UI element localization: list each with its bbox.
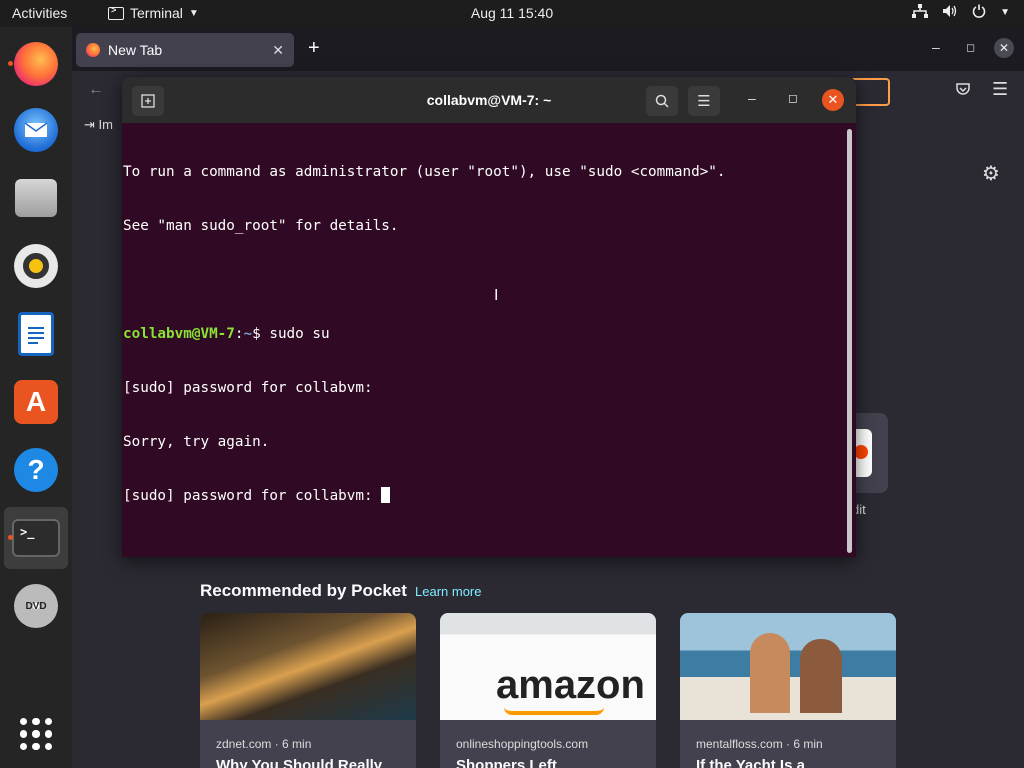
terminal-input-line: [sudo] password for collabvm: xyxy=(123,487,843,505)
tab-title: New Tab xyxy=(108,42,163,58)
chevron-down-icon: ▼ xyxy=(1000,7,1010,18)
amazon-logo: amazon xyxy=(496,663,645,707)
desktop: Activities Terminal ▼ Aug 11 15:40 ▼ xyxy=(0,0,1024,768)
card-image xyxy=(680,613,896,720)
terminal-scrollbar[interactable] xyxy=(847,129,852,553)
minimize-icon[interactable]: – xyxy=(932,39,940,55)
tab-new-tab[interactable]: New Tab ✕ xyxy=(76,33,294,67)
text-cursor-icon: I xyxy=(494,287,499,304)
minimize-icon[interactable]: – xyxy=(748,90,756,106)
rhythmbox-icon xyxy=(14,244,58,288)
menu-button[interactable]: ☰ xyxy=(688,86,720,116)
running-indicator xyxy=(8,535,13,540)
terminal-window: collabvm@VM-7: ~ ☰ – ◻ ✕ To run a comman… xyxy=(122,77,856,557)
hamburger-menu-icon[interactable]: ☰ xyxy=(992,79,1008,100)
import-icon: ⇥ xyxy=(84,117,95,132)
show-applications-icon[interactable] xyxy=(20,718,52,750)
dock: A ? >_ DVD xyxy=(0,27,72,768)
card-source: zdnet.com · 6 min xyxy=(216,737,312,751)
terminal-header-bar[interactable]: collabvm@VM-7: ~ ☰ – ◻ ✕ xyxy=(122,77,856,123)
learn-more-link[interactable]: Learn more xyxy=(415,584,481,599)
terminal-line: To run a command as administrator (user … xyxy=(123,164,726,180)
pocket-card[interactable]: zdnet.com · 6 min Why You Should Really xyxy=(200,613,416,768)
amazon-smile-logo xyxy=(504,707,604,715)
card-title: If the Yacht Is a xyxy=(696,757,805,768)
dvd-label: DVD xyxy=(25,600,47,612)
system-tray[interactable]: ▼ xyxy=(912,4,1010,21)
card-image: amazon xyxy=(440,613,656,720)
dvd-icon: DVD xyxy=(14,584,58,628)
back-arrow-icon[interactable]: ← xyxy=(88,81,104,99)
thunderbird-icon xyxy=(14,108,58,152)
terminal-glyph: >_ xyxy=(20,525,35,539)
network-icon xyxy=(912,4,929,21)
close-tab-icon[interactable]: ✕ xyxy=(272,42,284,59)
card-source: mentalfloss.com · 6 min xyxy=(696,737,823,751)
terminal-icon: >_ xyxy=(12,519,60,557)
writer-icon xyxy=(18,312,54,356)
dock-firefox[interactable] xyxy=(4,33,68,95)
firefox-favicon-icon xyxy=(86,43,100,57)
close-icon[interactable]: ✕ xyxy=(822,89,844,111)
running-indicator xyxy=(8,61,13,66)
bookmark-import[interactable]: ⇥ Im xyxy=(84,117,113,133)
dock-help[interactable]: ? xyxy=(4,439,68,501)
terminal-line: See "man sudo_root" for details. xyxy=(123,218,399,234)
prompt-command: $ sudo su xyxy=(252,326,330,342)
dock-dvd[interactable]: DVD xyxy=(4,575,68,637)
dock-files[interactable] xyxy=(4,167,68,229)
terminal-line: [sudo] password for collabvm: xyxy=(123,380,373,396)
power-icon xyxy=(972,4,986,21)
files-icon xyxy=(15,179,57,217)
dock-software[interactable]: A xyxy=(4,371,68,433)
card-title: Shoppers Left xyxy=(456,757,557,768)
help-icon: ? xyxy=(14,448,58,492)
maximize-icon[interactable]: ◻ xyxy=(966,41,975,54)
card-title: Why You Should Really xyxy=(216,757,383,768)
prompt-user: collabvm@VM-7 xyxy=(123,326,235,342)
pocket-heading: Recommended by Pocket xyxy=(200,581,407,600)
pocket-icon[interactable] xyxy=(956,82,970,99)
terminal-title: collabvm@VM-7: ~ xyxy=(426,92,552,108)
new-tab-button[interactable]: + xyxy=(308,37,320,60)
dock-terminal[interactable]: >_ xyxy=(4,507,68,569)
tab-strip: New Tab ✕ + – ◻ ✕ xyxy=(72,27,1024,71)
software-store-icon: A xyxy=(14,380,58,424)
card-source: onlineshoppingtools.com xyxy=(456,737,589,751)
close-window-icon[interactable]: ✕ xyxy=(994,38,1014,58)
top-bar: Activities Terminal ▼ Aug 11 15:40 ▼ xyxy=(0,0,1024,27)
search-button[interactable] xyxy=(646,86,678,116)
password-prompt: [sudo] password for collabvm: xyxy=(123,488,382,504)
clock-label: Aug 11 15:40 xyxy=(470,5,554,21)
maximize-icon[interactable]: ◻ xyxy=(788,91,798,105)
terminal-output[interactable]: To run a command as administrator (user … xyxy=(123,127,843,553)
prompt-separator: : xyxy=(234,326,244,342)
terminal-prompt-line: collabvm@VM-7:~$ sudo su xyxy=(123,325,843,343)
volume-icon xyxy=(942,4,958,21)
dock-libreoffice-writer[interactable] xyxy=(4,303,68,365)
dock-thunderbird[interactable] xyxy=(4,99,68,161)
dock-rhythmbox[interactable] xyxy=(4,235,68,297)
terminal-cursor xyxy=(381,487,391,503)
clock[interactable]: Aug 11 15:40 xyxy=(0,5,1024,21)
url-bar[interactable] xyxy=(852,78,890,106)
prompt-path: ~ xyxy=(243,326,253,342)
firefox-icon xyxy=(14,42,58,86)
pocket-card[interactable]: amazon onlineshoppingtools.com Shoppers … xyxy=(440,613,656,768)
bookmark-label: Im xyxy=(98,117,113,132)
card-image xyxy=(200,613,416,720)
gear-icon[interactable]: ⚙ xyxy=(982,161,1000,186)
terminal-line: Sorry, try again. xyxy=(123,434,270,450)
pocket-card[interactable]: mentalfloss.com · 6 min If the Yacht Is … xyxy=(680,613,896,768)
